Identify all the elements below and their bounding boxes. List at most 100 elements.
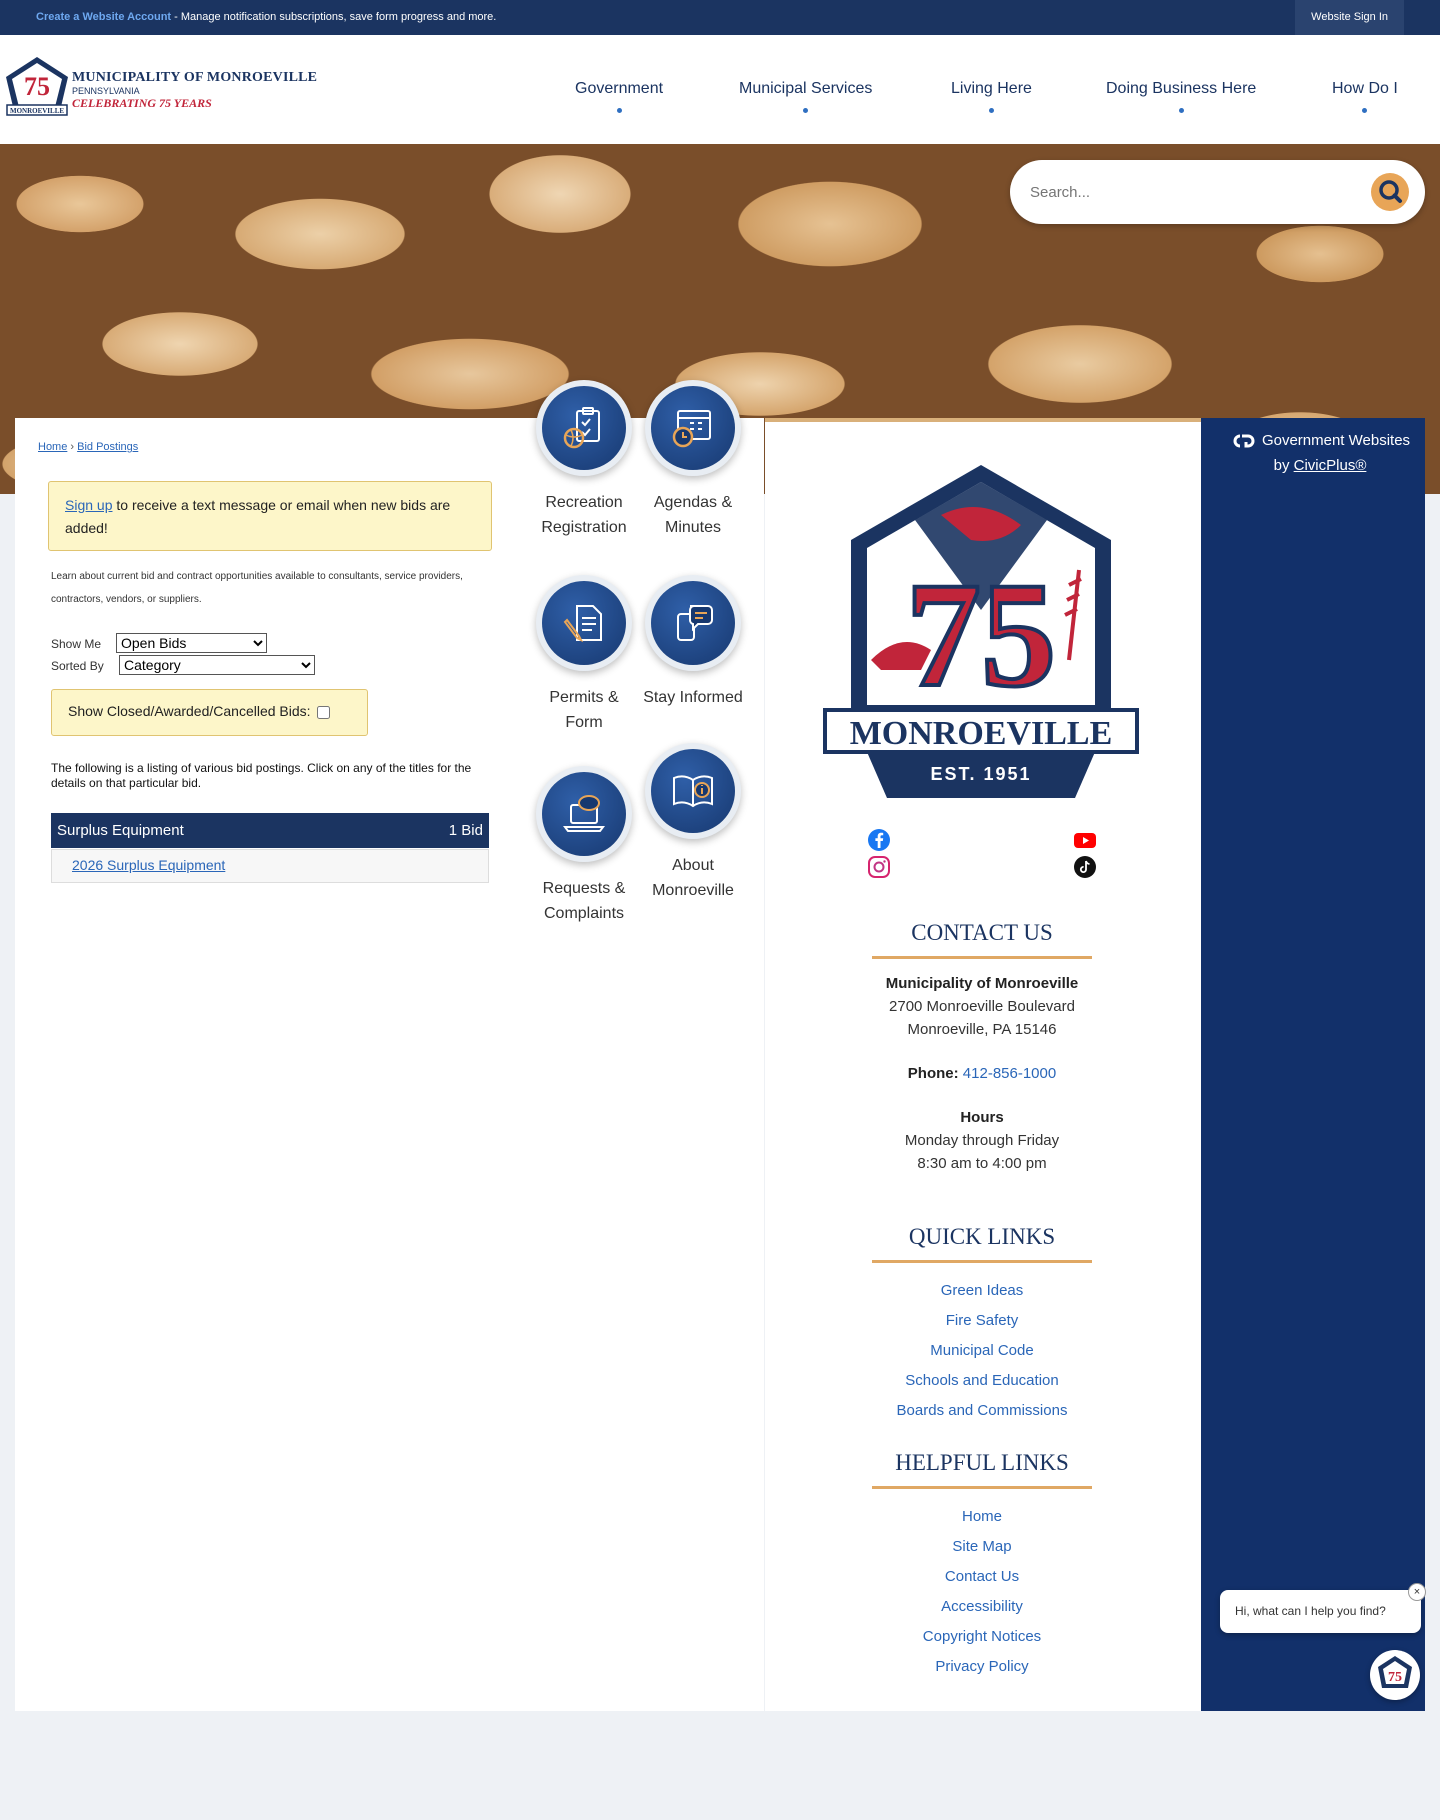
contact-hours-label: Hours <box>960 1109 1004 1126</box>
helpful-link-home[interactable]: Home <box>840 1502 1124 1532</box>
show-closed-bids-label: Show Closed/Awarded/Cancelled Bids: <box>68 703 311 719</box>
account-message: Create a Website Account - Manage notifi… <box>36 11 496 23</box>
quick-link-inner <box>542 386 626 470</box>
quick-link-boards-commissions[interactable]: Boards and Commissions <box>840 1396 1124 1426</box>
bid-category-title: Surplus Equipment <box>57 822 184 839</box>
chatbot-launcher-icon[interactable]: 75 <box>1370 1650 1420 1700</box>
nav-indicator-dot <box>616 108 622 113</box>
calendar-clock-icon <box>672 410 711 448</box>
civicplus-line1: Government Websites <box>1261 432 1411 449</box>
sign-up-link[interactable]: Sign up <box>65 497 112 513</box>
show-me-label: Show Me <box>51 637 102 651</box>
contact-phone-label: Phone: <box>907 1065 959 1082</box>
quick-link-label: Agendas & Minutes <box>653 494 733 536</box>
nav-doing-business-here[interactable]: Doing Business Here <box>1106 80 1256 113</box>
municipality-seal-icon[interactable]: 75 MONROEVILLE <box>4 55 70 121</box>
quick-links-list: Green Ideas Fire Safety Municipal Code S… <box>840 1276 1124 1426</box>
youtube-icon[interactable] <box>1073 828 1097 852</box>
seal-number: 75 <box>906 552 1056 718</box>
nav-label: How Do I <box>1332 80 1398 97</box>
utility-bar: Create a Website Account - Manage notifi… <box>0 0 1440 35</box>
civicplus-logo-icon <box>1233 434 1255 448</box>
show-me-select[interactable]: Open Bids <box>116 633 267 653</box>
clipboard-ball-icon <box>563 407 600 449</box>
breadcrumb-home-link[interactable]: Home <box>38 441 67 453</box>
civicplus-by: by <box>1273 457 1294 474</box>
signup-notice-text: to receive a text message or email when … <box>65 497 451 536</box>
facebook-icon[interactable] <box>867 828 891 852</box>
quick-link-stay-informed[interactable]: Stay Informed <box>638 575 748 710</box>
helpful-links-divider <box>872 1486 1092 1489</box>
bid-row: 2026 Surplus Equipment <box>51 849 489 883</box>
document-pen-icon <box>563 605 602 643</box>
quick-link-agendas-minutes[interactable]: Agendas & Minutes <box>638 380 748 540</box>
website-sign-in-button[interactable]: Website Sign In <box>1295 0 1404 35</box>
helpful-link-accessibility[interactable]: Accessibility <box>840 1592 1124 1622</box>
helpful-links-heading: HELPFUL LINKS <box>895 1450 1069 1475</box>
chat-prompt-text: Hi, what can I help you find? <box>1235 1604 1386 1618</box>
quick-link-circle <box>536 380 632 476</box>
breadcrumb: Home › Bid Postings <box>38 441 138 453</box>
logo-municipality-name: MUNICIPALITY OF MONROEVILLE <box>72 70 318 85</box>
sorted-by-select[interactable]: Category <box>119 655 315 675</box>
quick-link-inner <box>542 581 626 665</box>
quick-link-green-ideas[interactable]: Green Ideas <box>840 1276 1124 1306</box>
quick-link-municipal-code[interactable]: Municipal Code <box>840 1336 1124 1366</box>
nav-government[interactable]: Government <box>575 80 663 113</box>
contact-phone-link[interactable]: 412-856-1000 <box>963 1065 1056 1082</box>
quick-link-inner <box>542 772 626 856</box>
chat-close-button[interactable]: × <box>1408 1583 1426 1601</box>
site-header: 75 MONROEVILLE MUNICIPALITY OF MONROEVIL… <box>0 35 1440 144</box>
breadcrumb-bid-postings-link[interactable]: Bid Postings <box>77 441 138 453</box>
chat-prompt-bubble[interactable]: Hi, what can I help you find? × <box>1220 1583 1426 1633</box>
quick-link-about-monroeville[interactable]: About Monroeville <box>638 743 748 903</box>
monroeville-75th-anniversary-seal: 75 MONROEVILLE EST. 1951 <box>823 465 1139 798</box>
site-logo-text[interactable]: MUNICIPALITY OF MONROEVILLE PENNSYLVANIA… <box>72 70 317 111</box>
bid-title-link[interactable]: 2026 Surplus Equipment <box>72 857 225 873</box>
quick-link-permits-form[interactable]: Permits & Form <box>529 575 639 735</box>
helpful-link-privacy-policy[interactable]: Privacy Policy <box>840 1652 1124 1682</box>
create-account-link[interactable]: Create a Website Account <box>36 11 171 23</box>
nav-label: Government <box>575 80 664 97</box>
logo-tagline: CELEBRATING 75 YEARS <box>72 96 212 110</box>
nav-indicator-dot <box>1178 108 1184 113</box>
logo-state: PENNSYLVANIA <box>72 86 140 96</box>
svg-text:75: 75 <box>1388 1670 1402 1685</box>
nav-label: Doing Business Here <box>1106 80 1257 97</box>
nav-municipal-services[interactable]: Municipal Services <box>739 80 872 113</box>
helpful-link-copyright-notices[interactable]: Copyright Notices <box>840 1622 1124 1652</box>
quick-links-divider <box>872 1260 1092 1263</box>
nav-living-here[interactable]: Living Here <box>951 80 1032 113</box>
quick-link-schools-education[interactable]: Schools and Education <box>840 1366 1124 1396</box>
phone-chat-icon <box>677 605 713 641</box>
instagram-icon[interactable] <box>867 855 891 879</box>
quick-link-circle <box>645 380 741 476</box>
helpful-link-site-map[interactable]: Site Map <box>840 1532 1124 1562</box>
contact-hours-days: Monday through Friday <box>904 1132 1060 1149</box>
nav-indicator-dot <box>988 108 994 113</box>
quick-link-requests-complaints[interactable]: Requests & Complaints <box>529 766 639 926</box>
book-info-icon <box>673 775 713 808</box>
quick-link-label: Recreation Registration <box>541 494 627 536</box>
contact-details: Municipality of Monroeville 2700 Monroev… <box>840 972 1124 1175</box>
svg-text:MONROEVILLE: MONROEVILLE <box>10 107 64 115</box>
quick-link-recreation-registration[interactable]: Recreation Registration <box>529 380 639 540</box>
breadcrumb-separator: › <box>67 441 78 453</box>
tiktok-icon[interactable] <box>1073 855 1097 879</box>
helpful-link-contact-us[interactable]: Contact Us <box>840 1562 1124 1592</box>
svg-text:75: 75 <box>24 72 50 101</box>
bid-category-header: Surplus Equipment 1 Bid <box>51 813 489 848</box>
quick-link-inner <box>651 386 735 470</box>
quick-link-fire-safety[interactable]: Fire Safety <box>840 1306 1124 1336</box>
show-closed-bids-checkbox[interactable] <box>316 705 330 719</box>
nav-label: Living Here <box>951 80 1032 97</box>
nav-how-do-i[interactable]: How Do I <box>1332 80 1398 113</box>
quick-link-circle <box>645 575 741 671</box>
nav-indicator-dot <box>1362 108 1368 113</box>
quick-link-circle <box>645 743 741 839</box>
quick-links-heading: QUICK LINKS <box>908 1224 1056 1249</box>
search-button[interactable] <box>1371 173 1409 211</box>
helpful-links-list: Home Site Map Contact Us Accessibility C… <box>840 1502 1124 1682</box>
search-input[interactable] <box>1030 180 1350 204</box>
civicplus-link[interactable]: CivicPlus® <box>1294 457 1367 474</box>
